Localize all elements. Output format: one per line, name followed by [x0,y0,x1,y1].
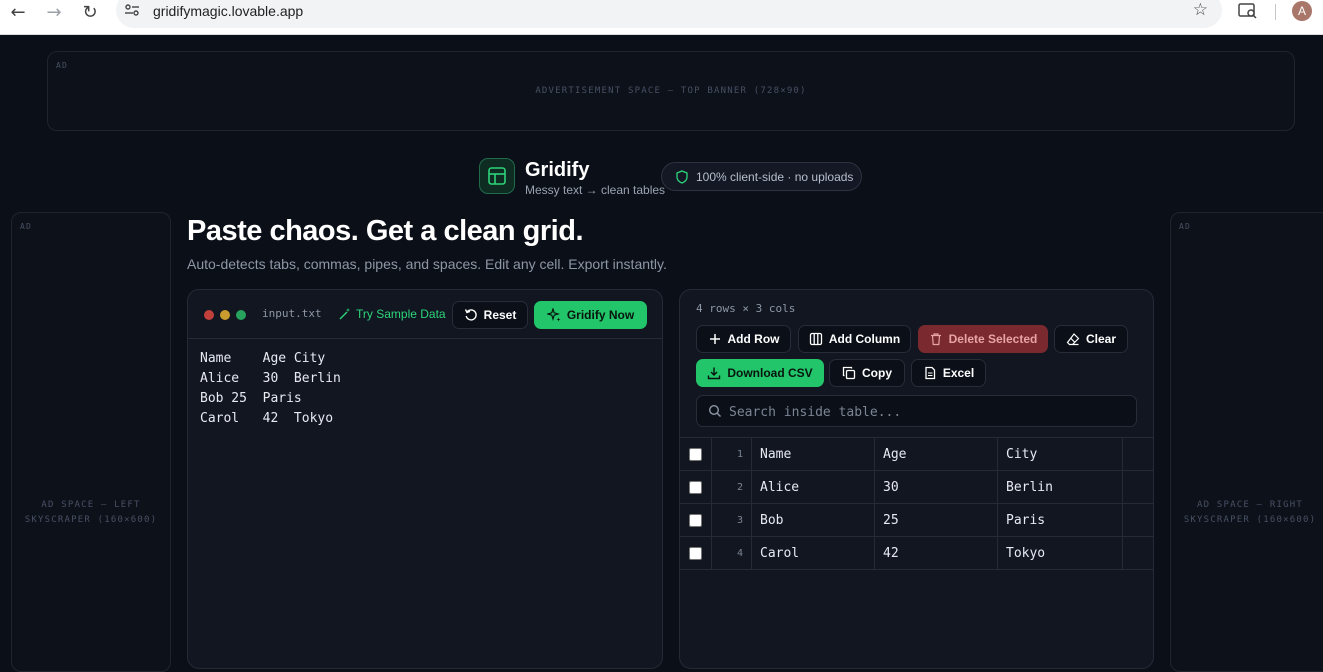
columns-icon [809,332,822,346]
row-number: 1 [712,438,752,471]
download-csv-label: Download CSV [727,366,813,380]
table-cell[interactable]: 42 [875,537,998,570]
excel-label: Excel [942,366,975,380]
add-row-label: Add Row [727,332,780,346]
shield-icon [676,169,688,184]
bookmark-star-icon[interactable]: ☆ [1193,0,1208,20]
reset-icon [464,309,477,321]
delete-selected-label: Delete Selected [948,332,1038,346]
spreadsheet-icon [925,366,935,380]
right-skyscraper-ad: AD AD SPACE — RIGHT SKYSCRAPER (160×600) [1170,212,1323,672]
table-cell[interactable]: Berlin [998,471,1123,504]
add-row-button[interactable]: Add Row [696,325,791,353]
page-title: Paste chaos. Get a clean grid. [187,215,584,247]
table-row: 2 Alice 30 Berlin [680,471,1153,504]
data-grid: 1 Name Age City 2 Alice 30 Berlin 3 Bob … [680,437,1153,570]
download-icon [708,367,721,380]
address-bar[interactable]: gridifymagic.lovable.app ☆ [116,0,1222,28]
privacy-badge-label: 100% client-side · no uploads [696,169,854,184]
excel-button[interactable]: Excel [911,359,986,387]
gridify-now-label: Gridify Now [566,308,635,322]
row-checkbox[interactable] [689,547,702,560]
plus-icon [709,334,720,344]
browser-chrome: ← → ↻ gridifymagic.lovable.app ☆ A [0,0,1323,35]
row-number: 3 [712,504,752,537]
table-cell[interactable]: Tokyo [998,537,1123,570]
table-cell[interactable]: Alice [752,471,875,504]
ad-top-text: ADVERTISEMENT SPACE — TOP BANNER (728×90… [535,86,807,96]
site-settings-icon[interactable] [124,2,140,18]
back-icon[interactable]: ← [6,0,30,24]
search-placeholder: Search inside table... [729,405,902,420]
ad-right-text: AD SPACE — RIGHT SKYSCRAPER (160×600) [1183,500,1317,525]
ad-tag: AD [20,222,33,231]
forward-icon[interactable]: → [42,0,66,24]
search-tabs-icon[interactable] [1238,2,1258,20]
copy-icon [842,366,856,380]
search-icon [708,404,721,417]
clear-button[interactable]: Clear [1054,325,1128,353]
input-panel: input.txt Try Sample Data Reset Gridify … [187,289,663,669]
row-checkbox-cell [680,504,712,537]
table-cell[interactable]: 30 [875,471,998,504]
magic-wand-icon [339,308,351,320]
brand-tagline: Messy text → clean tables [525,183,666,197]
table-cell[interactable]: 25 [875,504,998,537]
privacy-badge: 100% client-side · no uploads [661,162,862,191]
row-number: 4 [712,537,752,570]
profile-avatar[interactable]: A [1292,1,1312,21]
table-cell[interactable]: Name [752,438,875,471]
reset-button[interactable]: Reset [452,301,528,329]
output-panel: 4 rows × 3 cols Add Row Add Column Delet… [679,289,1154,669]
row-checkbox-cell [680,471,712,504]
gridify-now-button[interactable]: Gridify Now [534,301,647,329]
copy-label: Copy [862,366,892,380]
eraser-icon [1066,333,1080,346]
add-column-button[interactable]: Add Column [798,325,911,353]
page-subtitle: Auto-detects tabs, commas, pipes, and sp… [187,256,667,272]
table-row: 3 Bob 25 Paris [680,504,1153,537]
trash-icon [930,333,941,346]
row-checkbox[interactable] [689,448,702,461]
input-panel-header: input.txt Try Sample Data Reset Gridify … [188,290,662,339]
input-textarea[interactable]: Name Age City Alice 30 Berlin Bob 25 Par… [188,339,662,439]
table-cell[interactable]: Age [875,438,998,471]
row-number: 2 [712,471,752,504]
try-sample-label: Try Sample Data [356,307,446,321]
row-checkbox[interactable] [689,481,702,494]
left-skyscraper-ad: AD AD SPACE — LEFT SKYSCRAPER (160×600) [11,212,171,672]
table-cell[interactable]: Carol [752,537,875,570]
clear-label: Clear [1085,332,1117,346]
table-cell[interactable]: City [998,438,1123,471]
toolbar-divider [1275,4,1276,20]
window-dot-red [204,310,214,320]
table-cell[interactable]: Paris [998,504,1123,537]
add-column-label: Add Column [828,332,901,346]
grid-logo-icon [479,158,515,194]
ad-tag: AD [56,61,69,70]
brand-name: Gridify [525,159,590,181]
input-filename: input.txt [262,307,322,320]
ad-left-text: AD SPACE — LEFT SKYSCRAPER (160×600) [24,500,158,525]
table-row: 4 Carol 42 Tokyo [680,537,1153,570]
row-checkbox-cell [680,537,712,570]
ad-tag: AD [1179,222,1192,231]
copy-button[interactable]: Copy [829,359,905,387]
delete-selected-button[interactable]: Delete Selected [918,325,1048,353]
table-search-input[interactable]: Search inside table... [696,395,1137,427]
table-dimensions: 4 rows × 3 cols [696,302,796,315]
table-row: 1 Name Age City [680,438,1153,471]
url-text: gridifymagic.lovable.app [153,3,304,19]
row-checkbox[interactable] [689,514,702,527]
sparkles-icon [546,308,561,322]
row-checkbox-cell [680,438,712,471]
table-cell[interactable]: Bob [752,504,875,537]
download-csv-button[interactable]: Download CSV [696,359,824,387]
try-sample-link[interactable]: Try Sample Data [338,307,446,321]
reset-label: Reset [483,308,517,322]
window-dot-green [236,310,246,320]
window-dot-yellow [220,310,230,320]
reload-icon[interactable]: ↻ [78,0,102,24]
top-banner-ad: AD ADVERTISEMENT SPACE — TOP BANNER (728… [47,51,1295,131]
